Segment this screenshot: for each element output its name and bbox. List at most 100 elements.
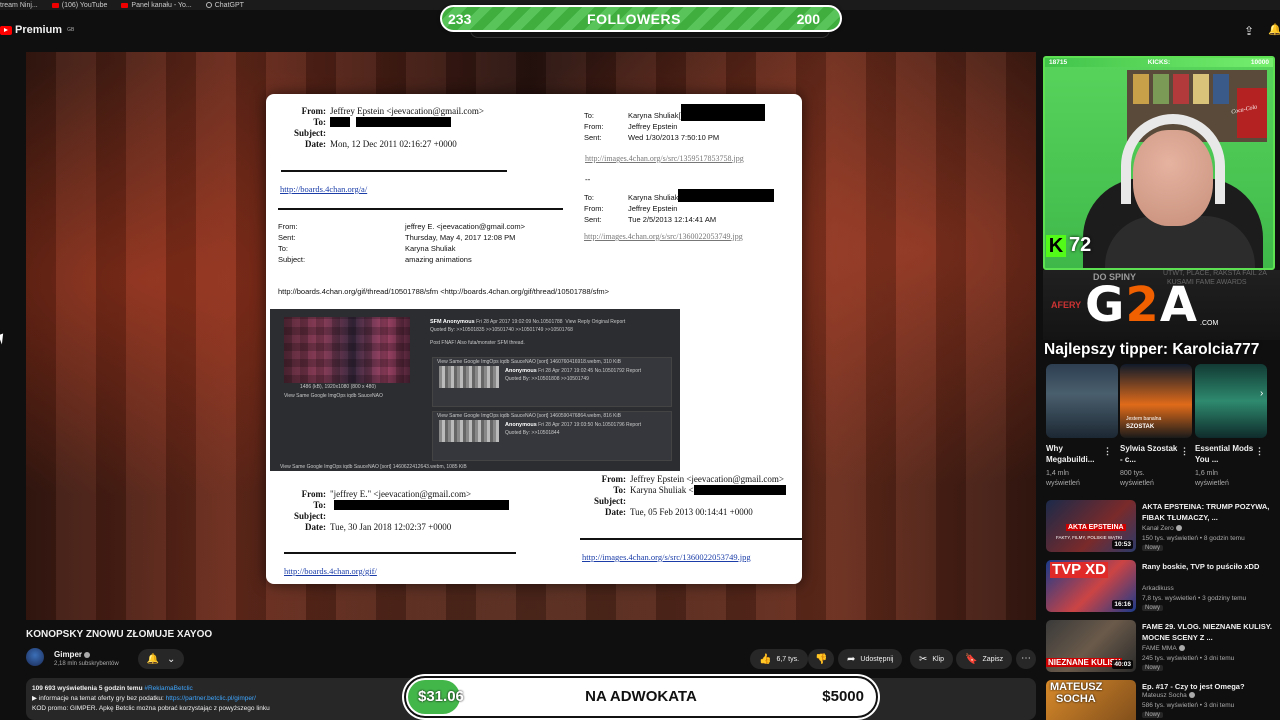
reply-thumbnail <box>439 366 499 388</box>
kicks-goal: 10000 <box>1250 59 1269 66</box>
channel-name[interactable]: Gimper <box>54 650 91 659</box>
save-label: Zapisz <box>982 655 1004 663</box>
youtube-logo-icon <box>0 25 12 35</box>
channel-avatar[interactable] <box>26 648 44 666</box>
recommended-video[interactable]: AKTA EPSTEINA FAKTY, FILMY, POLSKIE WĄTK… <box>1044 500 1280 554</box>
like-button[interactable]: 👍 6,7 tys. <box>750 649 809 669</box>
short-thumbnail-3[interactable] <box>1195 364 1267 438</box>
view-stats: 109 693 wyświetlenia 5 godzin temu <box>32 685 143 692</box>
description-link[interactable]: https://partner.betclic.pl/gimper/ <box>166 695 256 702</box>
forum-reply-meta: View Same Google ImgOps iqdb SauceNAO [s… <box>437 359 621 365</box>
thumb-text: AKTA EPSTEINA <box>1066 524 1126 531</box>
kicks-current: 18715 <box>1049 59 1068 66</box>
kick-count-value: 72 <box>1069 234 1092 256</box>
sent-value: Thursday, May 4, 2017 12:08 PM <box>405 233 516 242</box>
chevron-right-icon[interactable]: › <box>1260 388 1270 399</box>
date-value: Mon, 12 Dec 2011 02:16:27 +0000 <box>330 139 457 149</box>
sent-label: Sent: <box>584 133 602 142</box>
from-value: jeffrey E. <jeevacation@gmail.com> <box>405 222 526 231</box>
thumbs-down-icon: 👎 <box>815 653 828 665</box>
video-duration: 40:03 <box>1112 660 1133 669</box>
short-menu-icon[interactable]: ⋮ <box>1103 446 1112 457</box>
email-4-link: http://images.4chan.org/s/src/1360022053… <box>584 232 743 241</box>
video-thumbnail: AKTA EPSTEINA FAKTY, FILMY, POLSKIE WĄTK… <box>1046 500 1136 552</box>
email-2: From: jeffrey E. <jeevacation@gmail.com> … <box>278 221 525 265</box>
notifications-bell-icon[interactable]: 🔔 <box>1268 23 1280 37</box>
youtube-premium-logo[interactable]: Premium GB <box>0 24 74 36</box>
subject-label: Subject: <box>278 255 306 264</box>
from-value: "jeffrey E." <jeevacation@gmail.com> <box>330 489 472 499</box>
to-label: To: <box>313 500 326 510</box>
more-actions-button[interactable]: ⋯ <box>1016 649 1036 669</box>
to-label: To: <box>613 485 626 495</box>
short-views-unit: wyświetleń <box>1120 480 1154 487</box>
pixelated-image <box>284 317 410 383</box>
chevron-down-icon: ⌄ <box>167 653 176 665</box>
verified-icon <box>1175 525 1182 532</box>
video-meta: 245 tys. wyświetleń • 3 dni temu <box>1142 655 1235 662</box>
sent-value: Wed 1/30/2013 7:50:10 PM <box>628 133 720 142</box>
sent-label: Sent: <box>584 215 602 224</box>
reply-report: Report <box>626 368 642 374</box>
forum-op-name: SFM Anonymous <box>430 319 475 325</box>
dislike-button[interactable]: 👎 <box>808 649 835 669</box>
youtube-icon <box>51 2 59 8</box>
reply-date: Fri 28 Apr 2017 19:02:45 No.10501792 <box>538 368 625 374</box>
email-1-link: http://boards.4chan.org/a/ <box>280 184 368 194</box>
short-menu-icon[interactable]: ⋮ <box>1255 446 1264 457</box>
recommended-video[interactable]: MATEUSZ SOCHA Ep. #17 - Czy to jest Omeg… <box>1044 680 1280 720</box>
recommended-video[interactable]: TVP XD 16:16 Rany boskie, TVP to puściło… <box>1044 560 1280 614</box>
email-3-link: http://images.4chan.org/s/src/1359517853… <box>585 154 744 163</box>
short-title[interactable]: Essential Mods You ... <box>1195 443 1255 465</box>
kick-logo-icon: K <box>1046 234 1066 257</box>
hashtag-link[interactable]: #ReklamaBetclic <box>144 685 192 692</box>
chatgpt-icon <box>205 2 212 8</box>
donation-title: NA ADWOKATA <box>585 688 697 705</box>
bookmark-stream-ninja[interactable]: tream Ninj... <box>0 2 38 9</box>
followers-current: 233 <box>448 10 472 27</box>
short-title[interactable]: Sylwia Szostak - c... <box>1120 443 1180 465</box>
short-thumbnail-2[interactable]: Jestem banalna SZOSTAK <box>1120 364 1192 438</box>
short-menu-icon[interactable]: ⋮ <box>1180 446 1189 457</box>
clip-button[interactable]: ✂ Klip <box>910 649 954 669</box>
clip-label: Klip <box>932 655 945 663</box>
forum-op-quotes: Quoted By: >>10501835 >>10501740 >>10501… <box>430 327 573 333</box>
subject-label: Subject: <box>594 496 626 506</box>
video-thumbnail: MATEUSZ SOCHA <box>1046 680 1136 720</box>
bookmark-chatgpt[interactable]: ChatGPT <box>205 2 244 9</box>
video-duration: 16:16 <box>1112 600 1133 609</box>
verified-icon <box>1188 692 1195 699</box>
divider <box>281 170 507 172</box>
email-2-link-line: http://boards.4chan.org/gif/thread/10501… <box>278 287 610 296</box>
thumbs-up-icon: 👍 <box>759 653 772 665</box>
g2a-logo: G2A <box>1085 277 1198 333</box>
bookmark-youtube[interactable]: (106) YouTube <box>51 1 108 9</box>
email-3: To: Karyna Shuliak[ From: Jeffrey Epstein … <box>584 104 765 143</box>
logo-text: Premium <box>15 24 63 36</box>
email-6: From: Jeffrey Epstein <jeevacation@gmail.… <box>566 474 786 518</box>
email-6-link: http://images.4chan.org/s/src/1360022053… <box>582 552 751 562</box>
followers-goal: 200 <box>796 10 820 27</box>
share-button[interactable]: ➦ Udostępnij <box>838 649 903 669</box>
background-text: AFERY <box>1051 300 1082 310</box>
create-upload-icon[interactable]: ⇪ <box>1242 24 1256 38</box>
scissors-icon: ✂ <box>919 653 928 665</box>
from-value: Jeffrey Epstein <box>628 122 678 131</box>
short-thumbnail-1[interactable] <box>1046 364 1118 438</box>
from-label: From: <box>584 122 604 131</box>
subject-label: Subject: <box>294 128 326 138</box>
short-thumb-text: SZOSTAK <box>1126 424 1155 430</box>
video-player[interactable]: From: Jeffrey Epstein <jeevacation@gmail.… <box>26 52 1036 620</box>
youtube-icon <box>121 2 129 8</box>
short-title[interactable]: Why Megabuildi... <box>1046 443 1106 465</box>
bookmark-channel-panel[interactable]: Panel kanału - Yo... <box>121 2 192 9</box>
divider <box>284 552 516 554</box>
bookmark-label: (106) YouTube <box>61 1 108 9</box>
video-meta: 586 tys. wyświetleń • 3 dni temu <box>1142 702 1235 709</box>
forum-search-links: View Same Google ImgOps iqdb SauceNAO <box>284 393 383 399</box>
subscription-bell-button[interactable]: 🔔 ⌄ <box>138 649 184 669</box>
recommended-video[interactable]: NIEZNANE KULISY 40:03 FAME 29. VLOG. NIE… <box>1044 620 1280 674</box>
thumb-text: SOCHA <box>1056 693 1096 705</box>
save-button[interactable]: 🔖 Zapisz <box>956 649 1013 669</box>
followers-goal-bar: 233 FOLLOWERS 200 <box>440 5 842 32</box>
